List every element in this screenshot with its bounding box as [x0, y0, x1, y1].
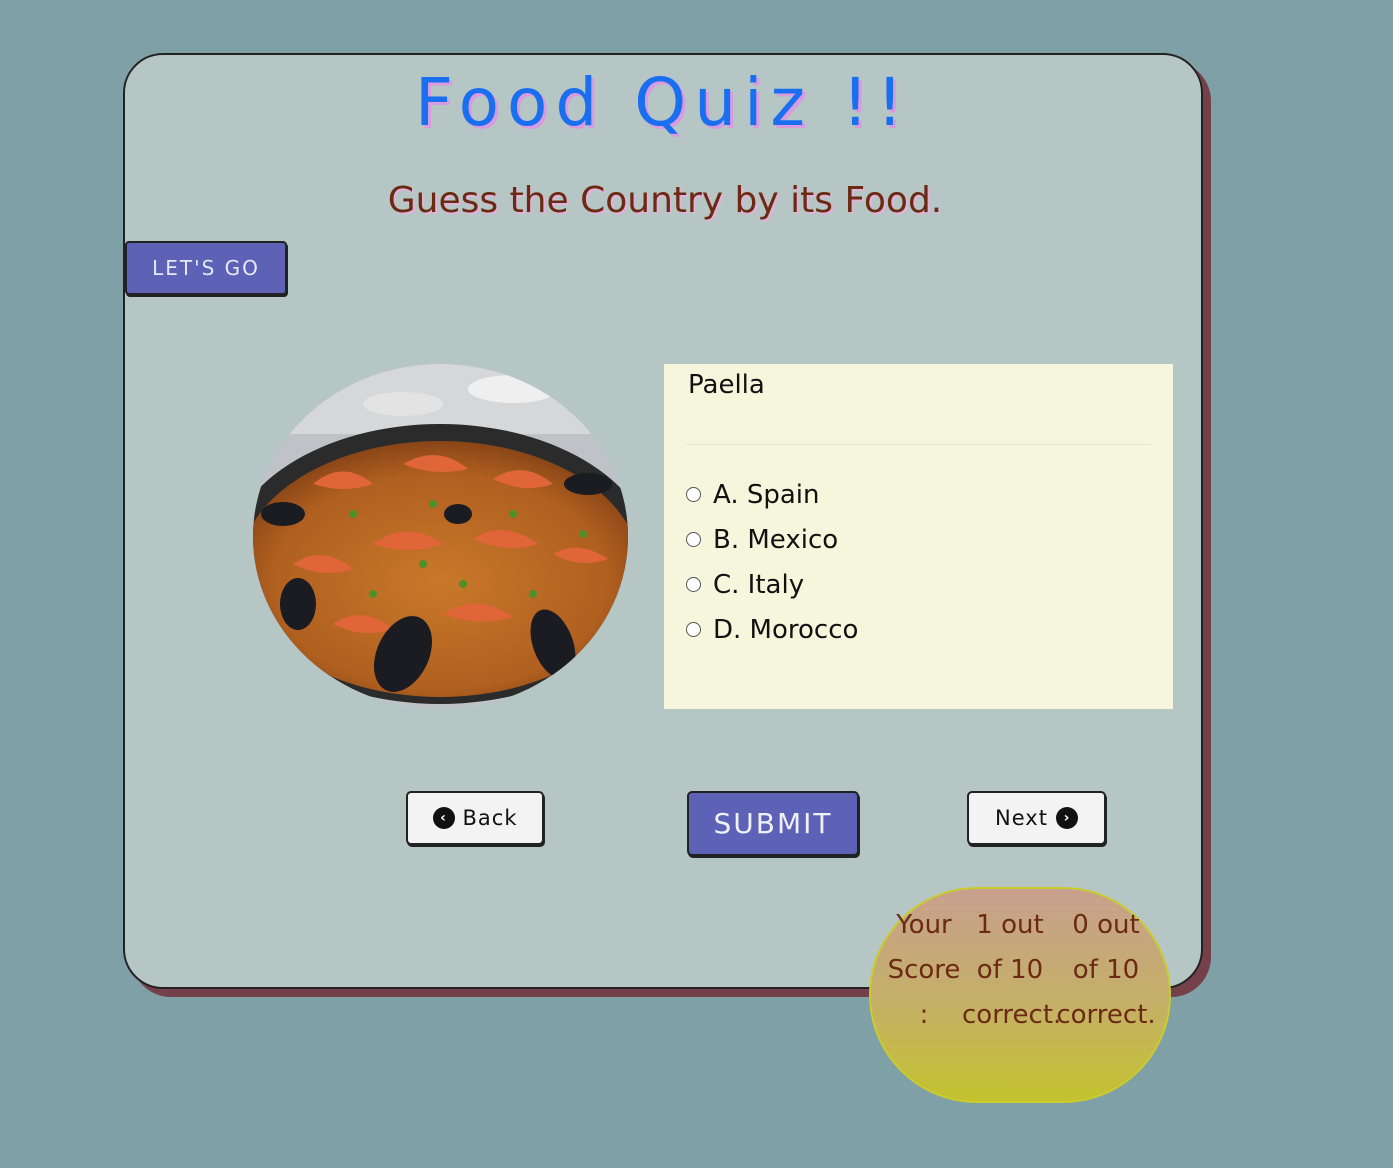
submit-button[interactable]: SUBMIT: [687, 791, 859, 856]
option-a[interactable]: A. Spain: [686, 472, 858, 517]
next-button-label: Next: [995, 806, 1048, 830]
option-b[interactable]: B. Mexico: [686, 517, 858, 562]
chevron-left-circle-icon: ‹: [432, 807, 455, 829]
option-b-label: B. Mexico: [713, 524, 839, 555]
paella-dish-image: [253, 364, 628, 709]
option-a-label: A. Spain: [713, 479, 820, 510]
page-title: Food Quiz !!: [415, 64, 911, 141]
score-label: Your Score :: [884, 903, 964, 1038]
score-second-line3: correct.: [1056, 1000, 1156, 1030]
score-second-line2: of 10: [1072, 955, 1140, 985]
score-label-line1: Your: [896, 910, 952, 940]
option-c-label: C. Italy: [713, 569, 805, 600]
radio-option-b[interactable]: [686, 532, 701, 547]
score-correct-first: 1 out of 10 correct.: [962, 903, 1062, 1038]
radio-option-c[interactable]: [686, 577, 701, 592]
score-first-line1: 1 out: [976, 910, 1044, 940]
score-first-line3: correct.: [962, 1000, 1062, 1030]
option-d-label: D. Morocco: [713, 614, 859, 645]
option-c[interactable]: C. Italy: [686, 562, 858, 607]
score-label-line2: Score: [887, 955, 961, 985]
score-label-line3: :: [919, 1000, 929, 1030]
chevron-right-circle-icon: ›: [1055, 807, 1078, 829]
next-button[interactable]: Next ›: [967, 791, 1106, 845]
page-subtitle: Guess the Country by its Food.: [387, 180, 943, 221]
question-divider: [686, 444, 1151, 445]
question-food-name: Paella: [688, 370, 765, 400]
score-second-line1: 0 out: [1072, 910, 1140, 940]
back-button-label: Back: [462, 806, 518, 830]
answer-options: A. Spain B. Mexico C. Italy D. Morocco: [686, 472, 858, 652]
back-button[interactable]: ‹ Back: [406, 791, 544, 845]
score-first-line2: of 10: [976, 955, 1044, 985]
lets-go-button[interactable]: LET'S GO: [125, 241, 287, 295]
question-panel: Paella A. Spain B. Mexico C. Italy D. Mo…: [664, 364, 1173, 709]
radio-option-d[interactable]: [686, 622, 701, 637]
score-correct-second: 0 out of 10 correct.: [1056, 903, 1156, 1038]
option-d[interactable]: D. Morocco: [686, 607, 858, 652]
radio-option-a[interactable]: [686, 487, 701, 502]
